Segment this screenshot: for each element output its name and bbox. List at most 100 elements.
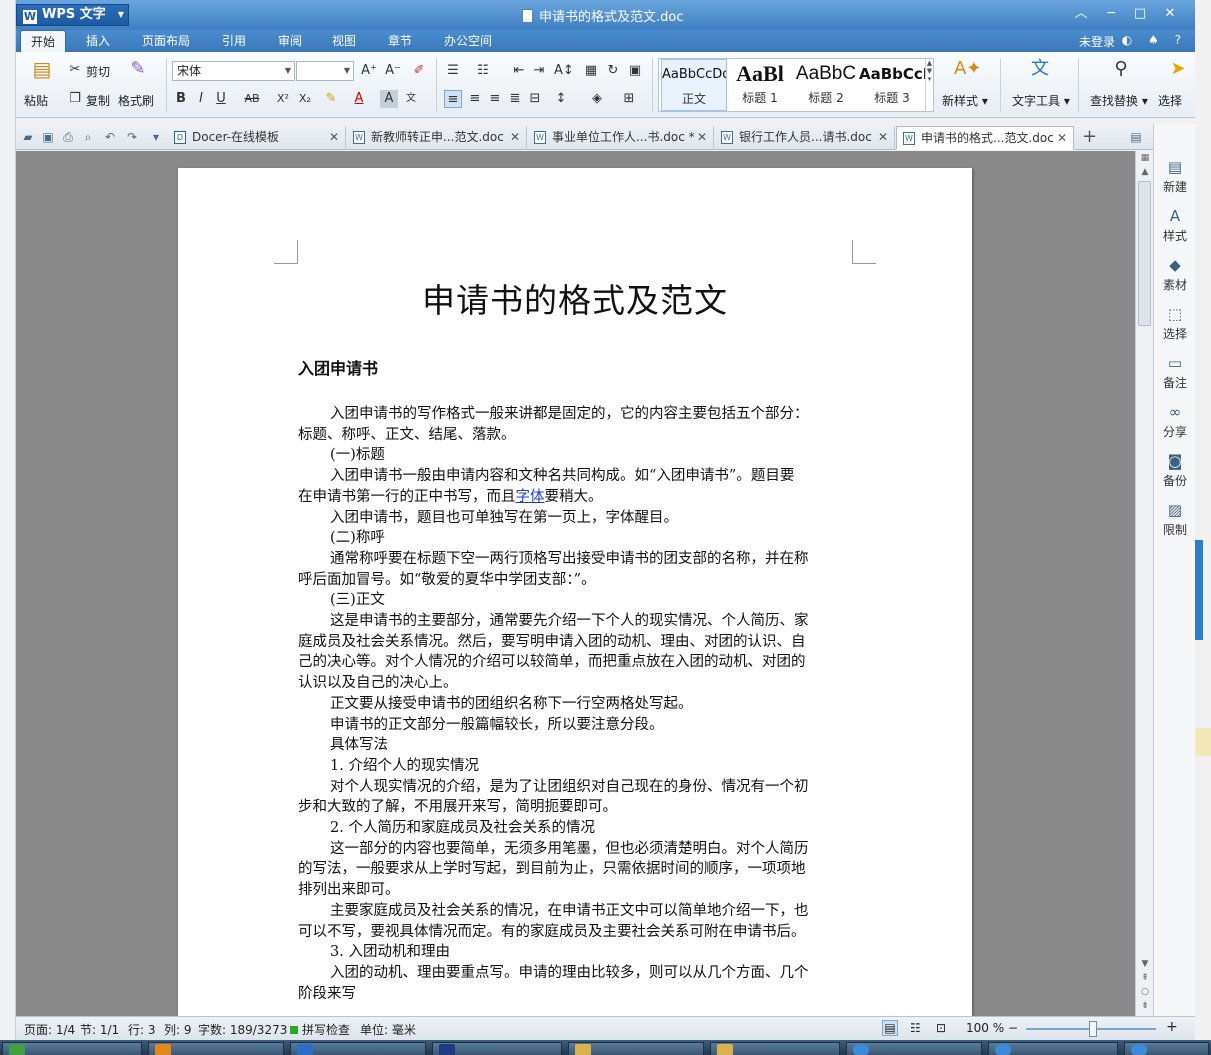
select-cursor-icon[interactable]: ➤ xyxy=(1166,60,1190,84)
align-center-icon[interactable]: ≡ xyxy=(466,90,484,108)
taskbar-item[interactable] xyxy=(710,1042,840,1055)
zoom-slider-thumb[interactable] xyxy=(1089,1021,1097,1037)
side-comments-button[interactable]: ▭ 备注 xyxy=(1154,354,1195,391)
quick-access-dropdown-icon[interactable]: ▾ xyxy=(148,129,164,145)
taskbar-item[interactable] xyxy=(846,1042,982,1055)
distribute-icon[interactable]: ⊟ xyxy=(526,90,544,108)
text-tools-button[interactable]: 文字工具 ▾ xyxy=(1012,92,1070,109)
show-marks-icon[interactable]: ▣ xyxy=(626,62,644,80)
collapse-ribbon-icon[interactable]: ︿ xyxy=(1068,4,1094,24)
status-unit[interactable]: 单位: 毫米 xyxy=(360,1021,416,1038)
align-right-icon[interactable]: ≡ xyxy=(486,90,504,108)
highlight-icon[interactable]: ✎ xyxy=(322,90,340,108)
zoom-in-icon[interactable]: + xyxy=(1166,1019,1178,1035)
status-word-count[interactable]: 字数: 189/3273 xyxy=(198,1021,287,1038)
side-backup-button[interactable]: ◙ 备份 xyxy=(1154,452,1195,489)
status-page[interactable]: 页面: 1/4 xyxy=(24,1021,75,1038)
doc-tab-1[interactable]: W 新教师转正申...范文.doc ✕ xyxy=(347,126,527,150)
close-button[interactable]: ✕ xyxy=(1157,4,1183,24)
style-heading-1[interactable]: AaBl 标题 1 xyxy=(727,59,793,111)
scroll-up-icon[interactable]: ▲ xyxy=(1136,167,1154,181)
subscript-icon[interactable]: X₂ xyxy=(296,90,314,108)
open-folder-icon[interactable]: ▰ xyxy=(20,129,36,145)
shrink-font-icon[interactable]: A⁻ xyxy=(384,62,402,80)
copy-button[interactable]: 复制 xyxy=(86,92,110,109)
strikethrough-icon[interactable]: AB xyxy=(240,90,264,108)
tab-insert[interactable]: 插入 xyxy=(76,30,120,52)
char-shading-icon[interactable]: A xyxy=(380,90,398,108)
undo-icon[interactable]: ↶ xyxy=(102,129,118,145)
new-style-button[interactable]: 新样式 ▾ xyxy=(942,92,988,109)
font-color-icon[interactable]: A xyxy=(350,90,368,108)
side-restrict-button[interactable]: ▨ 限制 xyxy=(1154,501,1195,538)
cut-button[interactable]: 剪切 xyxy=(86,63,110,80)
tab-list-icon[interactable]: ▤ xyxy=(1128,129,1144,145)
style-heading-2[interactable]: AaBbC 标题 2 xyxy=(793,59,859,111)
phonetic-guide-icon[interactable]: 文 xyxy=(402,90,420,108)
taskbar-item[interactable] xyxy=(290,1042,426,1055)
minimize-button[interactable]: ─ xyxy=(1098,4,1124,24)
scroll-down-icon[interactable]: ▼ xyxy=(1136,959,1154,973)
tab-page-layout[interactable]: 页面布局 xyxy=(132,30,200,52)
bold-icon[interactable]: B xyxy=(172,90,190,108)
close-icon[interactable]: ✕ xyxy=(510,126,520,148)
text-direction-icon[interactable]: A↕ xyxy=(554,62,574,80)
numbering-icon[interactable]: ☷ xyxy=(474,62,492,80)
close-icon[interactable]: ✕ xyxy=(878,126,888,148)
save-icon[interactable]: ▣ xyxy=(40,129,56,145)
italic-icon[interactable]: I xyxy=(192,90,210,108)
bullets-icon[interactable]: ☰ xyxy=(444,62,462,80)
side-share-button[interactable]: ∞ 分享 xyxy=(1154,403,1195,440)
superscript-icon[interactable]: X² xyxy=(274,90,292,108)
paste-button[interactable]: 粘贴 xyxy=(24,92,48,109)
vertical-scrollbar[interactable]: ▦ ▲ ▼ ⇞ ○ ⇟ xyxy=(1135,151,1153,1016)
increase-indent-icon[interactable]: ⇥ xyxy=(530,62,548,80)
scissors-icon[interactable]: ✂ xyxy=(66,61,84,79)
doc-tab-3[interactable]: W 银行工作人员...请书.doc ✕ xyxy=(715,126,895,150)
tab-office-space[interactable]: 办公空间 xyxy=(434,30,502,52)
page-view-icon[interactable]: ▤ xyxy=(882,1020,898,1036)
taskbar-item[interactable] xyxy=(2,1042,142,1055)
print-icon[interactable]: ⎙ xyxy=(60,129,76,145)
taskbar-item[interactable] xyxy=(1124,1042,1209,1055)
zoom-level[interactable]: 100 % xyxy=(966,1021,1004,1035)
login-status[interactable]: 未登录 xyxy=(1079,33,1115,50)
grow-font-icon[interactable]: A⁺ xyxy=(360,62,378,80)
web-view-icon[interactable]: ⊡ xyxy=(936,1021,946,1035)
doc-tab-active[interactable]: W 申请书的格式...范文.doc ✕ xyxy=(896,126,1074,150)
decrease-indent-icon[interactable]: ⇤ xyxy=(510,62,528,80)
close-icon[interactable]: ✕ xyxy=(697,126,707,148)
previous-page-icon[interactable]: ⇞ xyxy=(1136,973,1154,987)
next-page-icon[interactable]: ⇟ xyxy=(1136,1001,1154,1015)
side-select-button[interactable]: ⬚ 选择 xyxy=(1154,305,1195,342)
style-normal[interactable]: AaBbCcDd 正文 xyxy=(661,59,727,111)
style-heading-3[interactable]: AaBbCcI 标题 3 xyxy=(859,59,925,111)
select-button[interactable]: 选择 xyxy=(1158,92,1182,109)
tab-home[interactable]: 开始 xyxy=(20,30,67,52)
side-assets-button[interactable]: ◆ 素材 xyxy=(1154,256,1195,293)
new-tab-button[interactable]: + xyxy=(1082,127,1097,147)
redo-icon[interactable]: ↷ xyxy=(124,129,140,145)
paste-icon[interactable]: ▤ xyxy=(30,59,54,86)
taskbar-item[interactable] xyxy=(568,1042,704,1055)
new-style-icon[interactable]: A✦ xyxy=(954,60,981,84)
font-size-select[interactable]: ▼ xyxy=(296,61,354,81)
doc-tab-docer[interactable]: D Docer-在线模板 ✕ xyxy=(168,126,346,150)
close-icon[interactable]: ✕ xyxy=(1057,127,1067,149)
find-replace-button[interactable]: 查找替换 ▾ xyxy=(1090,92,1148,109)
table-icon[interactable]: ▦ xyxy=(582,62,600,80)
print-preview-icon[interactable]: ⌕ xyxy=(80,129,96,145)
underline-icon[interactable]: U xyxy=(212,90,230,108)
zoom-out-icon[interactable]: − xyxy=(1008,1021,1018,1035)
clear-format-icon[interactable]: ✐ xyxy=(410,62,428,80)
side-new-button[interactable]: ▤ 新建 xyxy=(1154,158,1195,195)
text-tools-icon[interactable]: 文 xyxy=(1028,60,1052,84)
font-name-select[interactable]: 宋体 ▼ xyxy=(172,61,295,81)
tab-review[interactable]: 审阅 xyxy=(268,30,312,52)
binoculars-icon[interactable]: ⚲ xyxy=(1109,60,1133,84)
taskbar-item[interactable] xyxy=(432,1042,562,1055)
tab-references[interactable]: 引用 xyxy=(212,30,256,52)
outline-view-icon[interactable]: ☷ xyxy=(910,1021,921,1035)
browse-object-icon[interactable]: ○ xyxy=(1136,987,1154,1001)
shading-icon[interactable]: ◈ xyxy=(588,90,606,108)
